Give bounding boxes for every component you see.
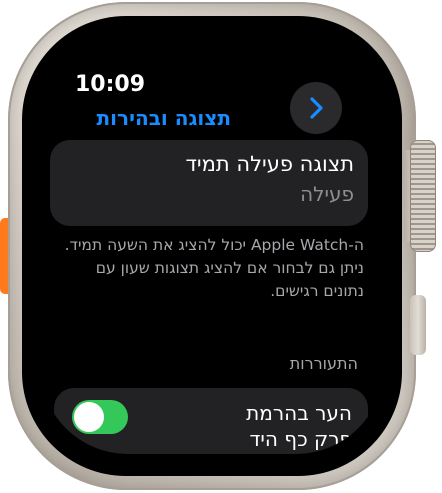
chevron-right-icon	[310, 97, 323, 119]
watch-screen: 10:09 תצוגה ובהירות תצוגה פעילה תמיד פעי…	[40, 34, 384, 454]
apple-watch-ultra: 10:09 תצוגה ובהירות תצוגה פעילה תמיד פעי…	[0, 0, 442, 493]
wake-section-header: התעוררות	[289, 354, 358, 373]
always-on-value: פעילה	[300, 182, 354, 206]
page-title: תצוגה ובהירות	[96, 106, 231, 130]
always-on-description: ה-Apple Watch יכול להציג את השעה תמיד. נ…	[64, 236, 364, 300]
raise-to-wake-label-line2: פרק כף היד	[249, 427, 352, 451]
back-button[interactable]	[290, 82, 342, 134]
raise-to-wake-label-line1: הער בהרמת	[246, 401, 352, 425]
always-on-setting[interactable]: תצוגה פעילה תמיד פעילה	[50, 140, 368, 226]
always-on-label: תצוגה פעילה תמיד	[185, 152, 354, 176]
raise-to-wake-label: הער בהרמת פרק כף היד	[246, 400, 352, 452]
raise-to-wake-row[interactable]: הער בהרמת פרק כף היד	[54, 388, 368, 454]
side-button[interactable]	[410, 295, 426, 355]
digital-crown[interactable]	[410, 140, 436, 252]
status-time: 10:09	[75, 72, 146, 97]
raise-to-wake-toggle[interactable]	[72, 400, 128, 434]
toggle-knob	[74, 402, 104, 432]
